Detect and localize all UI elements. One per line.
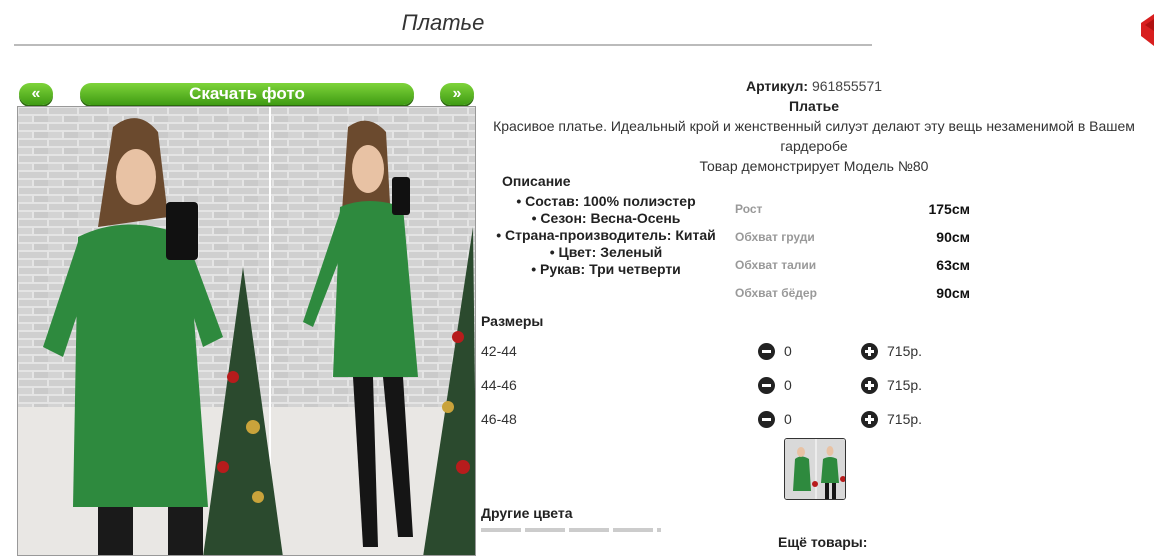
product-description: Красивое платье. Идеальный крой и женств…: [493, 118, 1135, 154]
measurement-value: 175см: [928, 201, 970, 217]
size-price: 715р.: [887, 377, 923, 393]
article-line: Артикул: 961855571: [480, 76, 1148, 96]
measurement-label: Обхват груди: [735, 230, 815, 244]
minus-circle-icon[interactable]: [758, 343, 775, 360]
measurement-row: Обхват талии 63см: [735, 253, 975, 281]
detail-item: Сезон: Весна-Осень: [480, 210, 732, 227]
prev-photo-button[interactable]: «: [19, 83, 53, 105]
size-label: 46-48: [481, 411, 517, 427]
article-number: 961855571: [811, 78, 883, 94]
size-label: 44-46: [481, 377, 517, 393]
other-colors-heading: Другие цвета: [481, 505, 573, 521]
other-colors-strip: [481, 528, 661, 532]
size-row: 44-46 0 715р.: [481, 373, 941, 397]
photo-thumbnail[interactable]: [784, 438, 846, 500]
detail-item: Рукав: Три четверти: [480, 261, 732, 278]
measurement-row: Обхват бёдер 90см: [735, 281, 975, 309]
product-photo[interactable]: [17, 106, 476, 556]
measurement-label: Обхват талии: [735, 258, 817, 272]
measurement-label: Обхват бёдер: [735, 286, 817, 300]
size-quantity: 0: [784, 343, 792, 359]
download-photo-button[interactable]: Скачать фото: [80, 83, 414, 105]
plus-circle-icon[interactable]: [861, 411, 878, 428]
size-quantity: 0: [784, 377, 792, 393]
measurement-value: 63см: [936, 257, 970, 273]
next-photo-button[interactable]: »: [440, 83, 474, 105]
more-items-heading: Ещё товары:: [778, 534, 868, 550]
size-row: 46-48 0 715р.: [481, 407, 941, 431]
minus-circle-icon[interactable]: [758, 411, 775, 428]
size-row: 42-44 0 715р.: [481, 339, 941, 363]
size-quantity: 0: [784, 411, 792, 427]
gallery-controls: « Скачать фото »: [19, 83, 474, 105]
model-measurements: Рост 175см Обхват груди 90см Обхват тали…: [735, 197, 975, 309]
page-title: Платье: [14, 10, 872, 46]
product-info: Артикул: 961855571 Платье Красивое плать…: [480, 76, 1148, 176]
measurement-row: Рост 175см: [735, 197, 975, 225]
corner-cube-icon: [1141, 14, 1154, 46]
article-label: Артикул:: [745, 78, 809, 94]
details-list: Состав: 100% полиэстер Сезон: Весна-Осен…: [480, 193, 732, 278]
minus-circle-icon[interactable]: [758, 377, 775, 394]
detail-item: Состав: 100% полиэстер: [480, 193, 732, 210]
plus-circle-icon[interactable]: [861, 377, 878, 394]
details-section: Описание Состав: 100% полиэстер Сезон: В…: [480, 173, 732, 278]
size-label: 42-44: [481, 343, 517, 359]
details-heading: Описание: [502, 173, 571, 189]
detail-item: Цвет: Зеленый: [480, 244, 732, 261]
measurement-label: Рост: [735, 202, 763, 216]
product-name: Платье: [789, 98, 839, 114]
measurement-value: 90см: [936, 285, 970, 301]
size-price: 715р.: [887, 343, 923, 359]
sizes-heading: Размеры: [481, 313, 544, 329]
plus-circle-icon[interactable]: [861, 343, 878, 360]
size-price: 715р.: [887, 411, 923, 427]
detail-item: Страна-производитель: Китай: [480, 227, 732, 244]
measurement-row: Обхват груди 90см: [735, 225, 975, 253]
measurement-value: 90см: [936, 229, 970, 245]
